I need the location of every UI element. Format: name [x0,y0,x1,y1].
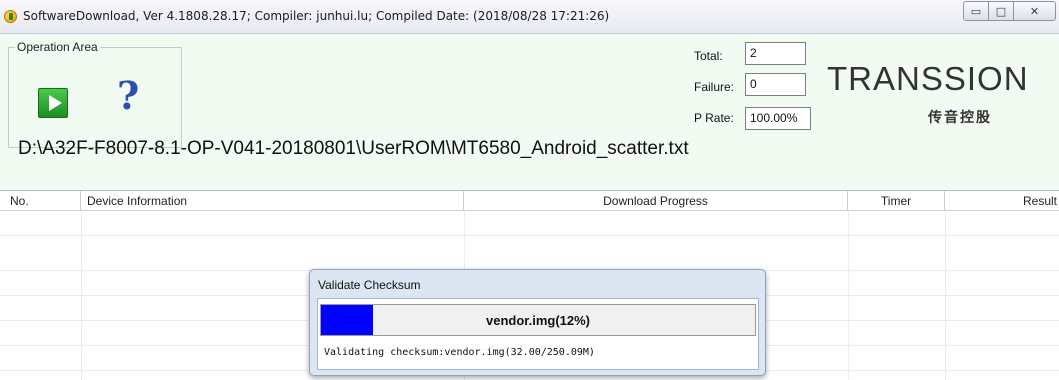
p-rate-label: P Rate: [694,111,734,125]
column-divider [848,211,849,380]
checksum-progress-bar: vendor.img(12%) [320,304,756,336]
progress-label: vendor.img(12%) [485,312,591,328]
p-rate-field: 100.00% [745,107,811,130]
total-field: 2 [745,42,806,65]
scatter-file-path: D:\A32F-F8007-8.1-OP-V041-20180801\UserR… [18,138,689,159]
title-bar[interactable]: SoftwareDownload, Ver 4.1808.28.17; Comp… [0,0,1059,34]
control-panel: Operation Area ? Total: 2 Failure: 0 P R… [0,35,1059,190]
column-header-device-information[interactable]: Device Information [81,191,464,211]
row-divider [0,235,1059,236]
transsion-logo: TRANSSION 传音控股 [827,60,1029,126]
operation-area-group: Operation Area ? [8,40,182,148]
software-download-window: SoftwareDownload, Ver 4.1808.28.17; Comp… [0,0,1059,380]
close-button[interactable]: ✕ [1013,1,1056,21]
failure-label: Failure: [694,80,735,94]
table-header: No. Device Information Download Progress… [0,191,1059,211]
column-divider [81,211,82,380]
app-icon [4,10,17,23]
play-icon[interactable] [38,88,68,118]
close-icon: ✕ [1029,4,1040,18]
validate-checksum-dialog[interactable]: Validate Checksum vendor.img(12%) Valida… [309,269,766,376]
minimize-icon: ▭ [970,4,982,18]
column-divider [945,211,946,380]
minimize-button[interactable]: ▭ [963,1,989,21]
operation-area-label: Operation Area [15,40,100,54]
window-title: SoftwareDownload, Ver 4.1808.28.17; Comp… [23,9,610,23]
dialog-title: Validate Checksum [318,278,421,292]
checksum-status-text: Validating checksum:vendor.img(32.00/250… [324,347,595,358]
total-label: Total: [694,49,723,63]
maximize-icon: □ [995,4,1007,18]
column-header-result[interactable]: Result [945,191,1059,211]
column-header-download-progress[interactable]: Download Progress [464,191,848,211]
column-header-timer[interactable]: Timer [848,191,945,211]
logo-text: TRANSSION [827,60,1029,97]
maximize-button[interactable]: □ [988,1,1014,21]
column-header-no[interactable]: No. [0,191,81,211]
logo-subtext: 传音控股 [928,110,992,126]
help-icon[interactable]: ? [117,77,139,115]
failure-field: 0 [745,73,806,96]
dialog-content: vendor.img(12%) Validating checksum:vend… [317,298,759,370]
